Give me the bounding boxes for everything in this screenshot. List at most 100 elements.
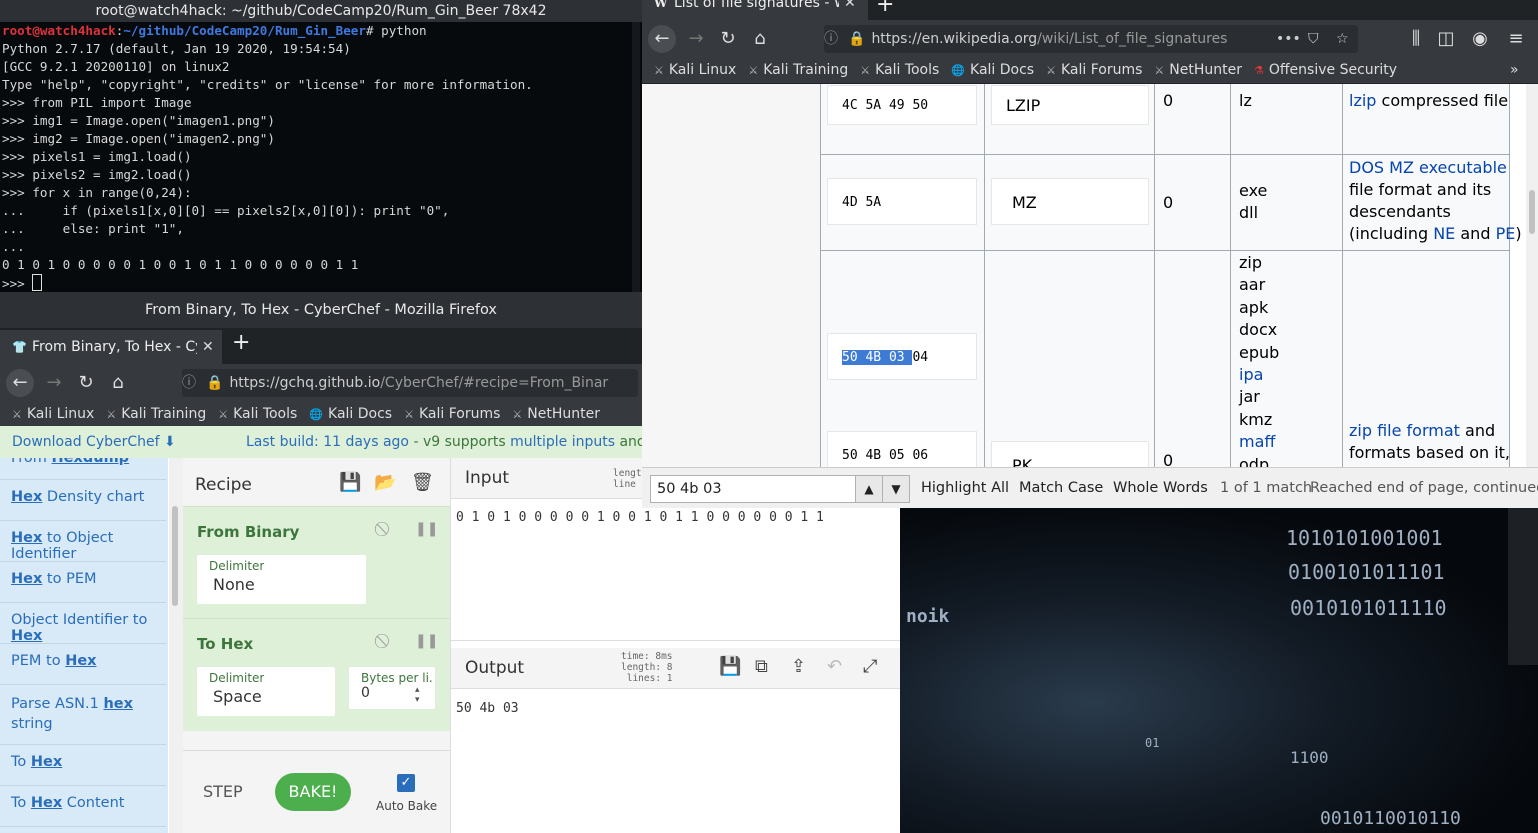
- bookmark-kali-tools[interactable]: ⚔ Kali Tools: [860, 58, 939, 83]
- more-bookmarks-icon[interactable]: »: [1510, 58, 1519, 83]
- auto-bake-checkbox[interactable]: ✓: [397, 774, 415, 792]
- save-icon[interactable]: 💾: [339, 472, 361, 493]
- zip-format-link[interactable]: zip file format: [1349, 421, 1460, 440]
- undo-icon[interactable]: ↶: [827, 656, 842, 677]
- operation-item[interactable]: From Hexdump: [0, 458, 166, 480]
- recipe-op-from-binary[interactable]: From Binary ⃠ ❚❚ Delimiter None: [183, 506, 450, 618]
- save-output-icon[interactable]: 💾: [719, 656, 741, 677]
- back-button[interactable]: ←: [6, 369, 34, 397]
- bookmark-kali-tools[interactable]: ⚔ Kali Tools: [218, 402, 297, 426]
- input-textarea[interactable]: 0 1 0 1 0 0 0 0 0 1 0 0 1 0 1 1 0 0 0 0 …: [456, 510, 824, 525]
- cyberchef-window-title: From Binary, To Hex - CyberChef - Mozill…: [0, 292, 642, 328]
- bytes-per-line-field[interactable]: Bytes per li... 0 ▴ ▾: [349, 667, 435, 709]
- operation-item[interactable]: Object Identifier to Hex: [0, 603, 166, 644]
- pause-icon[interactable]: ❚❚: [415, 521, 438, 537]
- url-domain: https://gchq.github.io: [229, 375, 381, 391]
- operation-item[interactable]: To Hex Content: [0, 786, 166, 827]
- operation-item[interactable]: Hex to Object Identifier: [0, 521, 166, 562]
- page-scrollbar[interactable]: [1526, 84, 1538, 467]
- forward-button[interactable]: →: [40, 369, 68, 397]
- bookmark-kali-linux[interactable]: ⚔ Kali Linux: [654, 58, 736, 83]
- stepper-arrows-icon[interactable]: ▴ ▾: [415, 685, 420, 705]
- terminal-scrollbar[interactable]: [632, 22, 640, 292]
- bookmark-kali-training[interactable]: ⚔ Kali Training: [106, 402, 206, 426]
- bookmark-nethunter[interactable]: ⚔ NetHunter: [512, 402, 600, 426]
- new-tab-button[interactable]: +: [876, 0, 894, 17]
- replace-input-icon[interactable]: ⇪: [791, 656, 806, 677]
- pause-icon[interactable]: ❚❚: [415, 633, 438, 649]
- operation-item[interactable]: Hex to PEM: [0, 562, 166, 603]
- folder-icon[interactable]: 📂: [374, 472, 396, 493]
- operation-item[interactable]: To Hex: [0, 745, 166, 786]
- whole-words-toggle[interactable]: Whole Words: [1113, 480, 1208, 496]
- reload-button[interactable]: ↻: [714, 25, 742, 53]
- kali-dragon-icon: ⚔: [1046, 64, 1056, 77]
- new-tab-button[interactable]: +: [232, 330, 250, 355]
- library-icon[interactable]: ⫼: [1402, 25, 1430, 53]
- bookmark-offensive-security[interactable]: ⚗ Offensive Security: [1254, 58, 1397, 83]
- ne-link[interactable]: NE: [1433, 224, 1455, 243]
- url-path: /CyberChef/#recipe=From_Binar: [380, 375, 609, 391]
- globe-icon: 🌐: [951, 64, 966, 77]
- io-divider[interactable]: [451, 640, 900, 641]
- recipe-op-to-hex[interactable]: To Hex ⃠ ❚❚ Delimiter Space Bytes per li…: [183, 618, 450, 731]
- extension-link[interactable]: maff: [1239, 432, 1275, 451]
- bookmark-nethunter[interactable]: ⚔ NetHunter: [1154, 58, 1242, 83]
- bookmark-star-icon[interactable]: ☆: [1336, 25, 1349, 53]
- find-bar: 50 4b 03 ▲ ▼ Highlight All Match Case Wh…: [642, 467, 1538, 508]
- sidebar-icon[interactable]: ◫: [1432, 25, 1460, 53]
- extension-link[interactable]: ipa: [1239, 365, 1263, 384]
- close-tab-icon[interactable]: ✕: [844, 0, 856, 20]
- operations-list[interactable]: From Hexdump Hex Density chart Hex to Ob…: [0, 458, 168, 833]
- bake-button[interactable]: BAKE!: [275, 773, 351, 811]
- match-case-toggle[interactable]: Match Case: [1019, 480, 1103, 496]
- bookmark-kali-linux[interactable]: ⚔ Kali Linux: [12, 402, 94, 426]
- tab-wikipedia[interactable]: W List of file signatures - W ✕: [642, 0, 868, 20]
- pocket-icon[interactable]: ⛉: [1308, 25, 1319, 53]
- download-cyberchef-link[interactable]: Download CyberChef ⬇: [12, 426, 176, 458]
- page-scroll-thumb[interactable]: [1529, 190, 1535, 234]
- menu-icon[interactable]: ≡: [1502, 25, 1530, 53]
- bookmark-kali-training[interactable]: ⚔ Kali Training: [748, 58, 848, 83]
- pe-link[interactable]: PE: [1496, 224, 1516, 243]
- address-bar[interactable]: ⓘ 🔒 https://gchq.github.io/CyberChef/#reci…: [182, 369, 638, 397]
- operation-item[interactable]: Hex Density chart: [0, 480, 166, 521]
- copy-icon[interactable]: ⧉: [755, 656, 768, 677]
- match-count: 1 of 1 match: [1220, 480, 1313, 496]
- bookmark-kali-docs[interactable]: 🌐 Kali Docs: [309, 402, 392, 426]
- delimiter-field[interactable]: Delimiter Space: [197, 667, 335, 716]
- prompt-command: # python: [365, 23, 427, 38]
- dos-mz-link[interactable]: DOS MZ executable: [1349, 158, 1507, 177]
- find-input[interactable]: 50 4b 03: [650, 475, 863, 503]
- home-button[interactable]: ⌂: [104, 369, 132, 397]
- home-button[interactable]: ⌂: [746, 25, 774, 53]
- account-icon[interactable]: ◉: [1466, 25, 1494, 53]
- find-next-button[interactable]: ▼: [882, 475, 910, 503]
- forward-button[interactable]: →: [682, 25, 710, 53]
- maximize-icon[interactable]: ⤢: [863, 656, 877, 677]
- back-button[interactable]: ←: [648, 25, 676, 53]
- find-previous-button[interactable]: ▲: [855, 475, 883, 503]
- output-text[interactable]: 50 4b 03: [456, 701, 519, 716]
- operation-item[interactable]: PEM to Hex: [0, 644, 166, 685]
- reload-button[interactable]: ↻: [72, 369, 100, 397]
- address-bar[interactable]: ⓘ 🔒 https://en.wikipedia.org/wiki/List_of_…: [824, 25, 1358, 53]
- terminal-window[interactable]: root@watch4hack: ~/github/CodeCamp20/Rum…: [0, 0, 642, 292]
- trash-icon[interactable]: 🗑: [411, 472, 434, 493]
- tab-cyberchef[interactable]: 👕 From Binary, To Hex - CyberChef ✕: [0, 330, 222, 364]
- operation-item[interactable]: Parse ASN.1 hex string: [0, 685, 166, 745]
- bookmark-kali-docs[interactable]: 🌐 Kali Docs: [951, 58, 1034, 83]
- bookmark-kali-forums[interactable]: ⚔ Kali Forums: [404, 402, 500, 426]
- operations-scroll-thumb[interactable]: [172, 506, 178, 606]
- page-actions-icon[interactable]: •••: [1276, 25, 1301, 53]
- bookmark-kali-forums[interactable]: ⚔ Kali Forums: [1046, 58, 1142, 83]
- wikipedia-browser-window[interactable]: W List of file signatures - W ✕ + ← → ↻ …: [642, 0, 1538, 508]
- delimiter-field[interactable]: Delimiter None: [197, 555, 366, 604]
- close-tab-icon[interactable]: ✕: [202, 330, 214, 364]
- highlight-all-toggle[interactable]: Highlight All: [921, 480, 1009, 496]
- extension: zip: [1239, 253, 1262, 272]
- step-button[interactable]: STEP: [203, 782, 243, 801]
- terminal-output[interactable]: root@watch4hack:~/github/CodeCamp20/Rum_…: [2, 22, 632, 292]
- wikipedia-icon: W: [654, 0, 668, 10]
- lzip-link[interactable]: lzip: [1349, 91, 1376, 110]
